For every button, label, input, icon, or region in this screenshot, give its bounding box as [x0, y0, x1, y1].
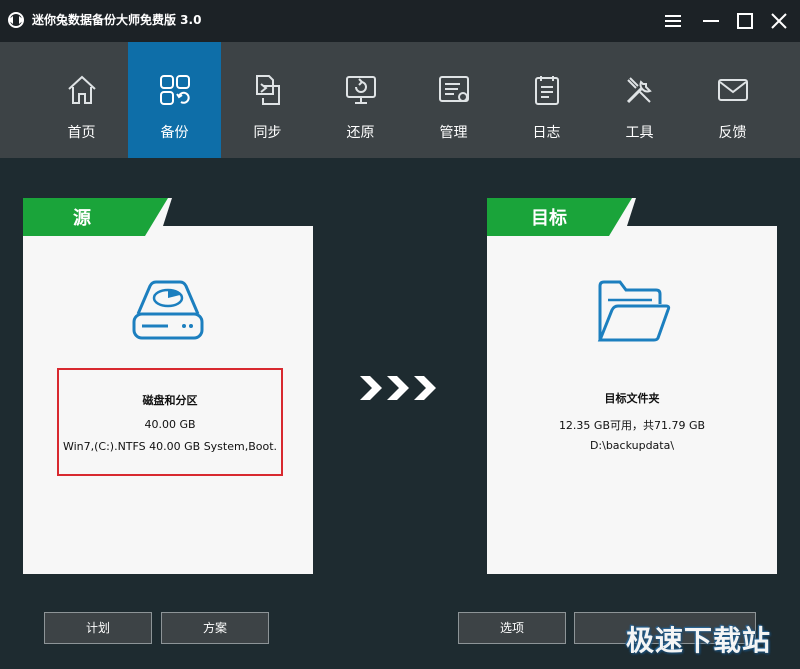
feedback-icon	[718, 79, 748, 101]
nav-item-feedback[interactable]: 反馈	[686, 42, 779, 158]
nav-label-restore: 还原	[346, 125, 375, 141]
source-header-banner	[23, 198, 313, 236]
nav-item-tools[interactable]: 工具	[593, 42, 686, 158]
window-title: 迷你兔数据备份大师免费版 3.0	[32, 13, 202, 27]
restore-icon	[346, 76, 376, 104]
source-info-box[interactable]: 磁盘和分区 40.00 GB Win7,(C:).NTFS 40.00 GB S…	[57, 368, 283, 476]
scheme-button[interactable]: 方案	[161, 612, 269, 644]
destination-header-label: 目标	[531, 208, 567, 229]
close-icon[interactable]	[768, 10, 790, 32]
nav-label-feedback: 反馈	[718, 125, 747, 141]
nav-label-tools: 工具	[625, 125, 654, 141]
destination-path-label: D:\backupdata\	[589, 439, 675, 452]
title-bar: 迷你兔数据备份大师免费版 3.0	[0, 0, 800, 42]
tools-icon	[626, 77, 652, 104]
disk-drive-icon	[132, 280, 204, 340]
backup-grid-icon	[160, 75, 190, 105]
nav-label-sync: 同步	[253, 125, 282, 141]
nav-item-home[interactable]: 首页	[35, 42, 128, 158]
minimize-icon[interactable]	[700, 10, 722, 32]
nav-item-backup[interactable]: 备份	[128, 42, 221, 158]
destination-space-label: 12.35 GB可用，共71.79 GB	[558, 419, 706, 432]
nav-item-sync[interactable]: 同步	[221, 42, 314, 158]
source-size-label: 40.00 GB	[144, 418, 196, 431]
manage-icon	[439, 76, 469, 102]
direction-arrows-icon	[360, 376, 436, 400]
maximize-icon[interactable]	[734, 10, 756, 32]
source-detail-label: Win7,(C:).NTFS 40.00 GB System,Boot.	[62, 440, 278, 453]
home-icon	[68, 75, 96, 104]
source-panel[interactable]: 源 磁盘和分区 40.00 GB Win7,(C:).NTFS 40.00 GB…	[23, 198, 313, 574]
source-header-label: 源	[73, 208, 91, 229]
schedule-button[interactable]: 计划	[44, 612, 152, 644]
nav-label-log: 日志	[532, 125, 561, 141]
main-nav: 首页 备份 同步 还原 管理 日志 工具 反馈	[0, 42, 800, 158]
menu-icon[interactable]	[662, 10, 684, 32]
backup-main: 源 磁盘和分区 40.00 GB Win7,(C:).NTFS 40.00 GB…	[0, 158, 800, 669]
nav-item-manage[interactable]: 管理	[407, 42, 500, 158]
folder-icon	[597, 280, 671, 342]
source-type-label: 磁盘和分区	[142, 394, 198, 407]
nav-item-log[interactable]: 日志	[500, 42, 593, 158]
watermark: 极速下载站	[626, 624, 772, 657]
destination-type-label: 目标文件夹	[604, 392, 660, 405]
log-icon	[535, 76, 559, 105]
destination-info[interactable]: 目标文件夹 12.35 GB可用，共71.79 GB D:\backupdata…	[487, 388, 777, 478]
sync-icon	[256, 75, 280, 105]
destination-panel[interactable]: 目标 目标文件夹 12.35 GB可用，共71.79 GB D:\backupd…	[487, 198, 777, 574]
nav-label-manage: 管理	[439, 125, 468, 141]
nav-label-home: 首页	[67, 125, 96, 141]
options-button[interactable]: 选项	[458, 612, 566, 644]
nav-item-restore[interactable]: 还原	[314, 42, 407, 158]
app-logo-icon	[8, 12, 24, 28]
nav-label-backup: 备份	[160, 125, 189, 141]
